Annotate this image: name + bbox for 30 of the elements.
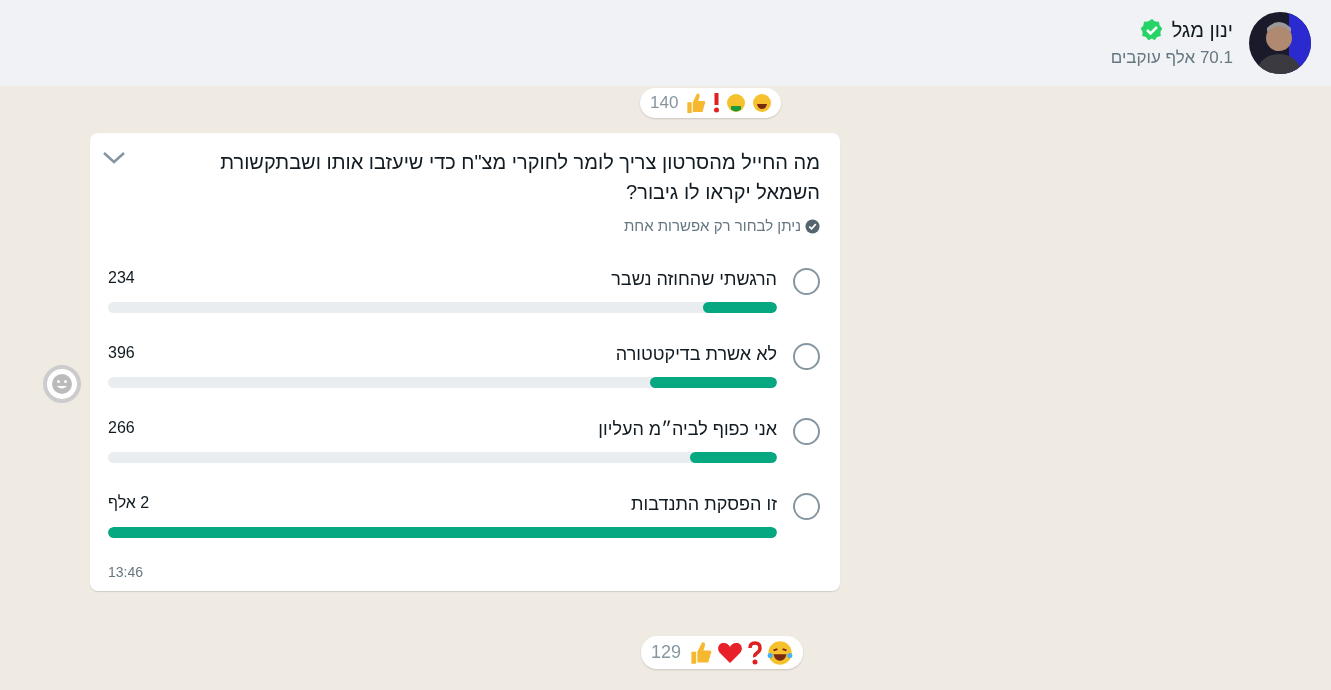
option-label: לא אשרת בדיקטטורה [615, 342, 777, 366]
thumbs-up-icon [689, 640, 714, 665]
emoji-icon [727, 93, 746, 112]
check-circle-icon [805, 218, 820, 234]
radio-button[interactable] [793, 342, 820, 370]
vote-count: 396 [108, 342, 135, 363]
radio-button[interactable] [793, 267, 820, 295]
radio-button[interactable] [793, 417, 820, 445]
message-time: 13:46 [108, 562, 145, 582]
laughing-emoji-icon [753, 93, 772, 112]
vote-count: 2 אלף [108, 492, 150, 513]
emoji-icon[interactable] [43, 365, 81, 403]
vote-count: 234 [108, 267, 135, 288]
contact-name: ינון מגל [1171, 18, 1233, 44]
option-label: הרגשתי שהחוזה נשבר [611, 267, 777, 291]
vote-count: 266 [108, 417, 135, 438]
exclamation-icon [714, 92, 720, 113]
followers-count: 70.1 אלף עוקבים [1110, 47, 1233, 70]
reaction-count: 140 [650, 92, 679, 114]
reaction-count: 129 [651, 641, 682, 664]
question-icon [747, 640, 764, 665]
radio-button[interactable] [793, 492, 820, 520]
option-label: אני כפוף לביה״מ העליון [598, 417, 777, 441]
poll-question: מה החייל מהסרטון צריך לומר לחוקרי מצ"ח כדי שיעזבו אותו ושבתקשורת השמאל יקראו לו גיבור? [219, 150, 820, 205]
thumbs-up-icon [686, 92, 707, 113]
option-label: זו הפסקת התנדבות [631, 492, 777, 516]
heart-icon [717, 640, 744, 665]
chevron-down-icon[interactable] [102, 151, 126, 165]
laughing-emoji-icon [767, 639, 794, 666]
poll-hint: ניתן לבחור רק אפשרות אחת [623, 216, 801, 236]
